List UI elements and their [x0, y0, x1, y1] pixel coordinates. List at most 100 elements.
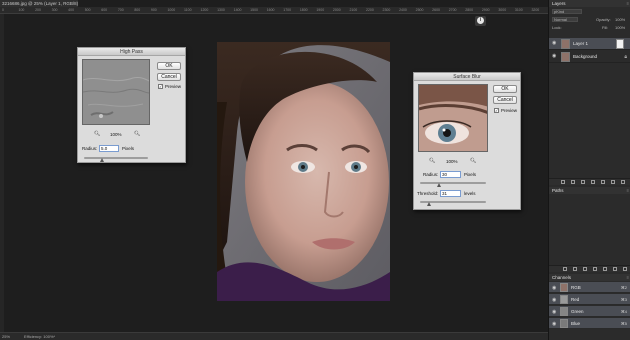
high-pass-title: High Pass: [78, 48, 185, 56]
collapse-icon[interactable]: ≡: [627, 274, 629, 281]
collapse-icon[interactable]: ≡: [627, 187, 629, 194]
ruler-tick-label: 700: [117, 8, 124, 12]
zoom-out-icon[interactable]: 🔍︎: [94, 131, 100, 137]
link-icon[interactable]: [561, 180, 565, 184]
eye-icon[interactable]: ◉: [552, 321, 556, 327]
layer-row[interactable]: ◉ Background 🔒︎: [549, 51, 630, 63]
channel-thumbnail: [560, 283, 568, 292]
new-layer-icon[interactable]: [611, 180, 615, 184]
layer-row[interactable]: ◉ Layer 1: [549, 38, 630, 50]
adjustment-icon[interactable]: [591, 180, 595, 184]
trash-icon[interactable]: [623, 267, 627, 271]
eye-icon[interactable]: ◉: [552, 297, 556, 303]
ruler-tick-label: 300: [51, 8, 58, 12]
surface-blur-preview-image: [419, 85, 487, 151]
selection-icon[interactable]: [583, 267, 587, 271]
kind-label: pKind: [554, 9, 565, 14]
surface-blur-title: Surface Blur: [414, 73, 520, 81]
high-pass-preview-image: [83, 60, 149, 124]
collapse-icon[interactable]: ≡: [627, 0, 629, 7]
surface-blur-radius-slider-thumb[interactable]: [437, 183, 441, 187]
surface-blur-threshold-input[interactable]: 31: [440, 190, 461, 197]
lock-label: Lock:: [552, 25, 562, 30]
ruler-tick-label: 900: [150, 8, 157, 12]
ruler-tick-label: 1500: [250, 8, 258, 12]
ruler-tick-label: 2600: [432, 8, 440, 12]
portrait-photo[interactable]: [217, 42, 390, 301]
status-bar: 25% Efficiency: 100%*: [0, 332, 548, 340]
high-pass-radius-label: Radius:: [82, 146, 98, 151]
tab-channels[interactable]: Channels ≡: [549, 274, 630, 281]
tab-layers-label: Layers: [552, 1, 566, 6]
surface-blur-cancel-button[interactable]: Cancel: [493, 96, 517, 104]
layer-name: Layer 1: [573, 41, 589, 46]
ruler-tick-label: 2000: [332, 8, 341, 12]
eye-icon[interactable]: ◉: [552, 309, 556, 315]
high-pass-radius-input[interactable]: 5.0: [99, 145, 119, 152]
zoom-in-icon[interactable]: 🔍︎: [470, 158, 476, 164]
new-path-icon[interactable]: [613, 267, 617, 271]
channel-name: Green: [571, 309, 584, 314]
surface-blur-radius-input[interactable]: 30: [440, 171, 461, 178]
opacity-label: Opacity:: [596, 17, 611, 22]
ruler-tick-label: 1000: [167, 8, 176, 12]
work-path-icon[interactable]: [593, 267, 597, 271]
high-pass-ok-button[interactable]: OK: [157, 62, 181, 70]
folder-icon[interactable]: [601, 180, 605, 184]
status-efficiency[interactable]: Efficiency: 100%*: [24, 334, 55, 339]
channel-name: Blue: [571, 321, 581, 326]
high-pass-radius-unit: Pixels: [122, 146, 135, 151]
stroke-path-icon[interactable]: [573, 267, 577, 271]
eye-icon[interactable]: ◉: [552, 285, 556, 291]
channel-row[interactable]: ◉ Green ⌘4: [549, 306, 630, 317]
fill-value[interactable]: 100%: [615, 25, 625, 30]
surface-blur-zoom-level: 100%: [446, 159, 458, 164]
channel-row[interactable]: ◉ Red ⌘3: [549, 294, 630, 305]
channel-row[interactable]: ◉ RGB ⌘2: [549, 282, 630, 293]
high-pass-cancel-button[interactable]: Cancel: [157, 73, 181, 81]
eye-icon[interactable]: ◉: [552, 54, 558, 59]
ruler-tick-label: 1100: [184, 8, 192, 12]
blend-mode-value: Normal: [554, 17, 567, 22]
channel-name: RGB: [571, 285, 581, 290]
high-pass-preview-checkbox[interactable]: ✓: [158, 84, 163, 89]
surface-blur-preview-pane[interactable]: [418, 84, 488, 152]
mask-icon[interactable]: [581, 180, 585, 184]
channel-shortcut: ⌘2: [620, 285, 627, 290]
panels-dock: Layers ≡ pKind Normal Opacity: 100% Lock…: [548, 0, 630, 340]
opacity-value[interactable]: 100%: [615, 17, 625, 22]
zoom-in-icon[interactable]: 🔍︎: [134, 131, 140, 137]
info-button[interactable]: i: [475, 16, 486, 26]
trash-icon[interactable]: [621, 180, 625, 184]
ruler-tick-label: 800: [134, 8, 141, 12]
ruler-tick-label: 1800: [299, 8, 308, 12]
fx-icon[interactable]: [571, 180, 575, 184]
channel-row[interactable]: ◉ Blue ⌘5: [549, 318, 630, 329]
tab-paths[interactable]: Paths ≡: [549, 187, 630, 194]
lock-row: Lock: Fill: 100%: [552, 25, 630, 31]
high-pass-radius-slider[interactable]: [84, 157, 148, 159]
mask-icon[interactable]: [603, 267, 607, 271]
ruler-tick-label: 3000: [498, 8, 507, 12]
eye-icon[interactable]: ◉: [552, 41, 558, 46]
high-pass-dialog: High Pass OK Cancel ✓ Preview 🔍︎ 100% 🔍︎…: [77, 47, 186, 163]
high-pass-radius-slider-thumb[interactable]: [100, 158, 104, 162]
zoom-out-icon[interactable]: 🔍︎: [429, 158, 435, 164]
document-tab[interactable]: 3216686.jpg @ 25% (Layer 1, RGB/8): [0, 0, 78, 7]
high-pass-preview-pane[interactable]: [82, 59, 150, 125]
ruler-tick-label: 2200: [366, 8, 374, 12]
surface-blur-threshold-slider-thumb[interactable]: [427, 202, 431, 206]
surface-blur-preview-label: Preview: [501, 108, 518, 113]
surface-blur-preview-checkbox[interactable]: ✓: [494, 108, 499, 113]
fill-path-icon[interactable]: [563, 267, 567, 271]
tab-paths-label: Paths: [552, 188, 564, 193]
paths-footer: [549, 265, 630, 272]
surface-blur-radius-slider[interactable]: [420, 182, 486, 184]
layer-mask-thumbnail[interactable]: [616, 39, 624, 49]
ruler-tick-label: 1200: [200, 8, 209, 12]
status-zoom[interactable]: 25%: [2, 334, 10, 339]
surface-blur-ok-button[interactable]: OK: [493, 85, 517, 93]
tab-layers[interactable]: Layers ≡: [549, 0, 630, 7]
surface-blur-dialog: Surface Blur OK Cancel ✓ Preview 🔍︎ 100%…: [413, 72, 521, 210]
channel-thumbnail: [560, 295, 568, 304]
